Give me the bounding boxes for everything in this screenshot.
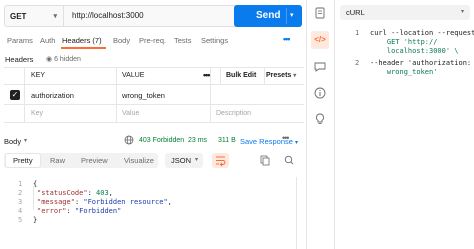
header-value[interactable]: wrong_token [122,91,165,100]
language-label: cURL [346,8,365,17]
response-size[interactable]: 311 B [218,137,236,144]
json-value: 403 [96,189,109,197]
indent-guide [33,186,34,210]
wrap-lines-button[interactable] [212,153,229,168]
json-line: "statusCode": 403, [37,189,113,197]
panel-divider [306,0,307,249]
method-label: GET [10,11,27,21]
tab-pre-request[interactable]: Pre-req. [139,36,166,45]
chevron-down-icon: ▾ [293,73,297,79]
bulk-edit-button[interactable]: Bulk Edit [226,72,256,79]
description-placeholder[interactable]: Description [216,110,251,117]
json-line: "message": "Forbidden resource", [37,198,172,206]
send-button[interactable]: Send ▾ [234,5,302,27]
tab-settings[interactable]: Settings [201,36,228,45]
tab-body[interactable]: Body [113,36,130,45]
scrollbar-track[interactable] [296,177,297,249]
chevron-down-icon: ▾ [194,157,198,163]
view-pretty[interactable]: Pretty [5,153,41,168]
language-select[interactable]: cURL ▾ [340,5,470,20]
line-number: 2 [18,189,23,197]
snippet-panel-border [334,0,335,249]
snippet-text: --header 'authorization: [370,59,472,67]
tab-auth[interactable]: Auth [40,36,55,45]
tab-headers[interactable]: Headers (7) [62,36,102,45]
view-visualize[interactable]: Visualize [124,153,154,168]
line-number: 3 [18,198,23,206]
line-number: 1 [18,180,23,188]
snippet-text: localhost:3000' \ [370,47,459,55]
snippet-text: curl --location --request [370,29,474,37]
json-key: "error" [37,207,67,215]
json-key: "statusCode" [37,189,88,197]
json-line: "error": "Forbidden" [37,207,122,215]
snippet-text: GET 'http:// [370,38,438,46]
key-placeholder[interactable]: Key [31,110,43,117]
hidden-headers-toggle[interactable]: ◉ 6 hidden [46,55,81,63]
status-code[interactable]: 403 Forbidden [139,137,184,144]
presets-label: Presets [266,72,292,79]
more-options-icon[interactable]: ••• [283,34,291,44]
eye-icon: ◉ [46,56,53,63]
document-icon[interactable] [313,6,327,20]
row-checkbox[interactable]: ✓ [10,90,20,100]
chevron-down-icon[interactable]: ▾ [290,11,294,19]
snippet-line-number: 2 [355,59,360,67]
column-value: VALUE [122,72,145,79]
more-options-icon[interactable]: ••• [203,70,211,80]
format-select[interactable]: JSON ▾ [165,153,203,168]
globe-icon[interactable] [124,135,134,147]
response-time[interactable]: 23 ms [188,137,207,144]
line-number: 5 [18,216,23,224]
copy-icon[interactable] [256,153,273,168]
send-divider [286,8,287,24]
json-close-brace: } [33,216,38,224]
headers-section-title: Headers [5,55,34,64]
save-response-button[interactable]: Save Response ▾ [240,137,298,146]
view-preview[interactable]: Preview [81,153,108,168]
json-open-brace: { [33,180,38,188]
value-placeholder[interactable]: Value [122,110,139,117]
json-value: "Forbidden" [74,207,122,215]
chevron-down-icon: ▾ [295,140,299,146]
chevron-down-icon: ▾ [460,9,464,15]
line-number: 4 [18,207,23,215]
url-input[interactable]: http://localhost:3000 [72,11,144,20]
chevron-down-icon[interactable]: ▾ [24,137,27,144]
hidden-count: 6 hidden [54,56,81,63]
column-key: KEY [31,72,46,79]
info-icon[interactable] [313,86,327,100]
lightbulb-icon[interactable] [313,112,327,126]
method-select[interactable]: GET ▾ [4,5,64,27]
view-raw[interactable]: Raw [50,153,65,168]
wrap-icon [216,156,226,167]
json-value: "Forbidden resource" [83,198,168,206]
more-options-icon[interactable]: ••• [282,133,290,143]
tab-params[interactable]: Params [7,36,33,45]
snippet-text: wrong_token' [370,68,438,76]
tab-tests[interactable]: Tests [174,36,192,45]
active-tab-indicator [61,47,106,49]
comment-icon[interactable] [313,60,327,74]
send-label: Send [256,10,281,21]
chevron-down-icon: ▾ [53,13,57,20]
response-body-label[interactable]: Body [4,137,21,146]
format-label: JSON [171,156,192,165]
snippet-line-number: 1 [355,29,360,37]
header-key[interactable]: authorization [31,91,74,100]
search-icon[interactable] [281,153,298,168]
json-key: "message" [37,198,75,206]
code-icon[interactable]: </> [313,33,327,47]
presets-dropdown[interactable]: Presets ▾ [266,72,296,79]
